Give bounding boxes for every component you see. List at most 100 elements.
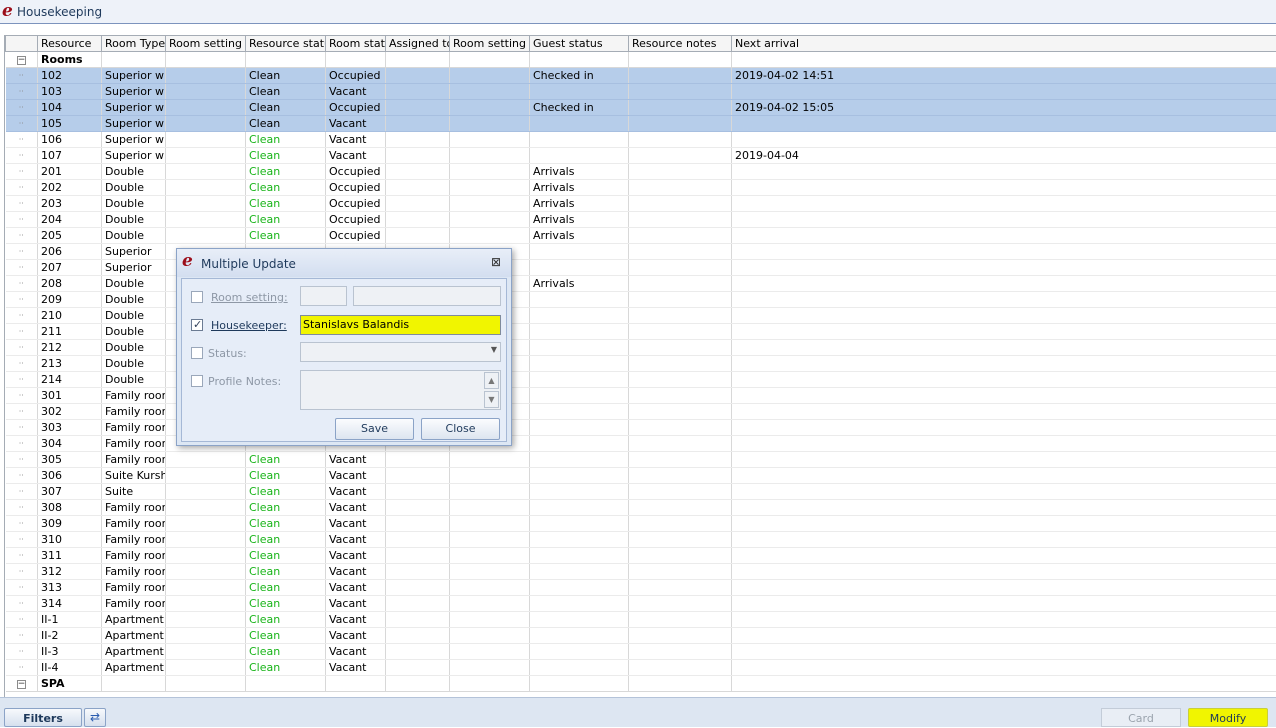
cell-room-type[interactable]: Apartment 2 bbox=[102, 628, 166, 644]
cell-room-setting-2[interactable] bbox=[450, 116, 530, 132]
table-row[interactable]: ··II-2Apartment 2CleanVacant bbox=[6, 628, 1276, 644]
cell-room-setting[interactable] bbox=[166, 660, 246, 676]
cell-resource-notes[interactable] bbox=[629, 452, 732, 468]
cell-resource[interactable]: 209 bbox=[38, 292, 102, 308]
cell-guest-status[interactable] bbox=[530, 580, 629, 596]
cell-assigned-to[interactable] bbox=[386, 644, 450, 660]
cell-resource-status[interactable]: Clean bbox=[246, 452, 326, 468]
cell-next-arrival[interactable] bbox=[732, 228, 1276, 244]
cell-room-setting-2[interactable] bbox=[450, 196, 530, 212]
cell-guest-status[interactable] bbox=[530, 372, 629, 388]
cell-next-arrival[interactable] bbox=[732, 356, 1276, 372]
modify-button[interactable]: Modify bbox=[1188, 708, 1268, 727]
table-row[interactable]: ··313Family roomCleanVacant bbox=[6, 580, 1276, 596]
cell-next-arrival[interactable] bbox=[732, 180, 1276, 196]
cell-resource-status[interactable]: Clean bbox=[246, 468, 326, 484]
cell-assigned-to[interactable] bbox=[386, 196, 450, 212]
cell-resource-notes[interactable] bbox=[629, 228, 732, 244]
cell-resource-notes[interactable] bbox=[629, 196, 732, 212]
table-row[interactable]: ··203DoubleCleanOccupiedArrivals bbox=[6, 196, 1276, 212]
cell-guest-status[interactable] bbox=[530, 644, 629, 660]
cell-resource-status[interactable]: Clean bbox=[246, 100, 326, 116]
cell-room-type[interactable]: Family room bbox=[102, 564, 166, 580]
cell-next-arrival[interactable] bbox=[732, 452, 1276, 468]
cell-resource-notes[interactable] bbox=[629, 260, 732, 276]
room-setting-checkbox[interactable] bbox=[191, 291, 203, 303]
cell-assigned-to[interactable] bbox=[386, 180, 450, 196]
cell-resource-notes[interactable] bbox=[629, 372, 732, 388]
cell-resource-notes[interactable] bbox=[629, 516, 732, 532]
cell-resource-status[interactable]: Clean bbox=[246, 564, 326, 580]
table-row[interactable]: ··II-1Apartment 1CleanVacant bbox=[6, 612, 1276, 628]
cell-room-type[interactable]: Double bbox=[102, 324, 166, 340]
cell-room-setting-2[interactable] bbox=[450, 644, 530, 660]
cell-resource-status[interactable]: Clean bbox=[246, 196, 326, 212]
cell-resource-notes[interactable] bbox=[629, 484, 732, 500]
cell-resource[interactable]: 104 bbox=[38, 100, 102, 116]
cell-resource[interactable]: 102 bbox=[38, 68, 102, 84]
filters-button[interactable]: Filters bbox=[4, 708, 82, 727]
cell-next-arrival[interactable] bbox=[732, 500, 1276, 516]
cell-resource-notes[interactable] bbox=[629, 628, 732, 644]
cell-resource[interactable]: 214 bbox=[38, 372, 102, 388]
cell-room-setting-2[interactable] bbox=[450, 132, 530, 148]
cell-resource-status[interactable]: Clean bbox=[246, 580, 326, 596]
cell-room-setting[interactable] bbox=[166, 116, 246, 132]
cell-room-setting[interactable] bbox=[166, 68, 246, 84]
cell-next-arrival[interactable] bbox=[732, 276, 1276, 292]
close-button[interactable]: Close bbox=[421, 418, 500, 440]
cell-room-setting[interactable] bbox=[166, 180, 246, 196]
cell-resource[interactable]: 205 bbox=[38, 228, 102, 244]
cell-resource-status[interactable]: Clean bbox=[246, 132, 326, 148]
cell-next-arrival[interactable]: 2019-04-04 bbox=[732, 148, 1276, 164]
cell-room-setting-2[interactable] bbox=[450, 84, 530, 100]
cell-next-arrival[interactable] bbox=[732, 340, 1276, 356]
cell-next-arrival[interactable] bbox=[732, 84, 1276, 100]
table-row[interactable]: ··105Superior with terraceCleanVacant bbox=[6, 116, 1276, 132]
table-row[interactable]: ··II-3Apartment 3CleanVacant bbox=[6, 644, 1276, 660]
cell-room-setting[interactable] bbox=[166, 596, 246, 612]
cell-guest-status[interactable] bbox=[530, 548, 629, 564]
cell-resource-status[interactable]: Clean bbox=[246, 116, 326, 132]
cell-room-type[interactable]: Superior bbox=[102, 244, 166, 260]
cell-assigned-to[interactable] bbox=[386, 564, 450, 580]
group-expander[interactable]: − bbox=[6, 52, 38, 68]
table-row[interactable]: ··205DoubleCleanOccupiedArrivals bbox=[6, 228, 1276, 244]
cell-resource-notes[interactable] bbox=[629, 468, 732, 484]
cell-assigned-to[interactable] bbox=[386, 516, 450, 532]
cell-room-status[interactable]: Vacant bbox=[326, 612, 386, 628]
cell-assigned-to[interactable] bbox=[386, 612, 450, 628]
cell-resource[interactable]: 212 bbox=[38, 340, 102, 356]
cell-next-arrival[interactable] bbox=[732, 388, 1276, 404]
cell-resource[interactable]: 304 bbox=[38, 436, 102, 452]
cell-room-status[interactable]: Vacant bbox=[326, 660, 386, 676]
cell-room-setting-2[interactable] bbox=[450, 500, 530, 516]
cell-guest-status[interactable] bbox=[530, 356, 629, 372]
cell-room-status[interactable]: Vacant bbox=[326, 628, 386, 644]
cell-resource-notes[interactable] bbox=[629, 436, 732, 452]
cell-room-status[interactable]: Vacant bbox=[326, 580, 386, 596]
cell-resource-notes[interactable] bbox=[629, 340, 732, 356]
cell-next-arrival[interactable] bbox=[732, 260, 1276, 276]
cell-room-type[interactable]: Double bbox=[102, 164, 166, 180]
cell-resource-status[interactable]: Clean bbox=[246, 68, 326, 84]
cell-guest-status[interactable] bbox=[530, 260, 629, 276]
cell-resource[interactable]: 201 bbox=[38, 164, 102, 180]
cell-next-arrival[interactable] bbox=[732, 132, 1276, 148]
cell-guest-status[interactable] bbox=[530, 388, 629, 404]
cell-resource-notes[interactable] bbox=[629, 404, 732, 420]
cell-resource[interactable]: 213 bbox=[38, 356, 102, 372]
cell-next-arrival[interactable] bbox=[732, 164, 1276, 180]
cell-room-type[interactable]: Double bbox=[102, 340, 166, 356]
cell-next-arrival[interactable] bbox=[732, 468, 1276, 484]
cell-guest-status[interactable] bbox=[530, 484, 629, 500]
cell-room-setting-2[interactable] bbox=[450, 180, 530, 196]
profile-notes-checkbox[interactable] bbox=[191, 375, 203, 387]
cell-room-status[interactable]: Vacant bbox=[326, 452, 386, 468]
cell-assigned-to[interactable] bbox=[386, 228, 450, 244]
cell-room-type[interactable]: Family room bbox=[102, 452, 166, 468]
cell-guest-status[interactable] bbox=[530, 532, 629, 548]
table-row[interactable]: ··204DoubleCleanOccupiedArrivals bbox=[6, 212, 1276, 228]
cell-room-setting[interactable] bbox=[166, 516, 246, 532]
cell-resource-notes[interactable] bbox=[629, 68, 732, 84]
